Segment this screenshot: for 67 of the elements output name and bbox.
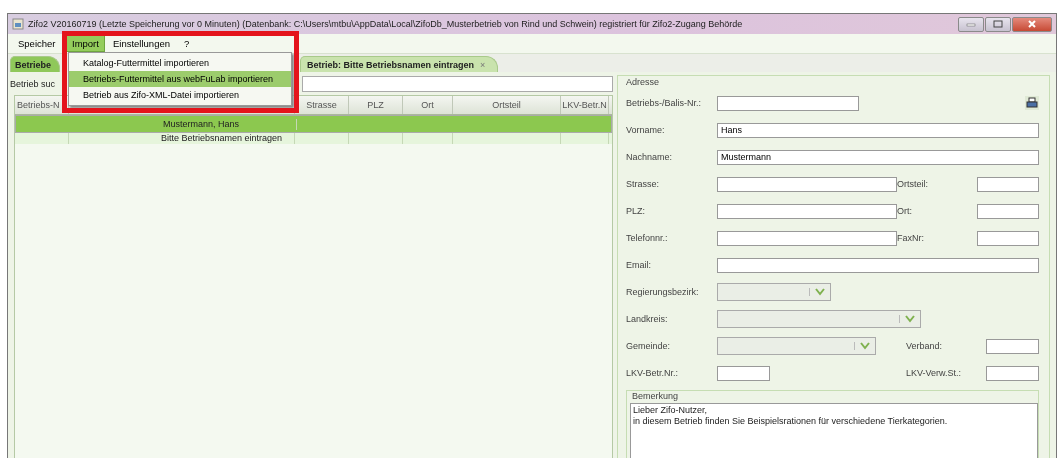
menu-item[interactable]: Speicher (12, 35, 64, 52)
chevron-down-icon (854, 342, 871, 350)
field-label: Betriebs-/Balis-Nr.: (626, 98, 703, 108)
text-field[interactable] (717, 230, 897, 246)
field-label: LKV-Betr.Nr.: (626, 368, 680, 378)
text-field[interactable] (717, 176, 897, 192)
section-title: Adresse (626, 77, 661, 87)
remark-text: in diesem Betrieb finden Sie Beispielsrationen für verschiedene Tierkategorien. (633, 416, 949, 427)
remark-textarea[interactable]: Lieber Zifo-Nutzer, in diesem Betrieb finden Sie Beispielsrationen für verschiedene Tierkategorien. (630, 403, 1038, 458)
field-label: Landkreis: (626, 314, 669, 324)
field-label: Nachname: (626, 152, 674, 162)
menu-item[interactable]: Betrieb aus Zifo-XML-Datei importieren (69, 87, 291, 103)
text-field[interactable]: Hans (717, 122, 1039, 138)
minimize-button[interactable] (958, 16, 984, 32)
maximize-icon (993, 20, 1003, 28)
minimize-icon (966, 21, 976, 27)
maximize-button[interactable] (985, 16, 1011, 32)
window-title: Zifo2 V20160719 (Letzte Speicherung vor 0 Minuten) (Datenbank: C:\Users\mtbu\AppData\Local\ZifoDb_Musterbetrieb von Rind und Schwein) registriert für Zifo2-Zugang Behörde (28, 19, 744, 29)
field-label: Strasse: (626, 179, 660, 189)
tab-label[interactable]: Betriebe (15, 59, 51, 70)
field-label: Vorname: (626, 125, 666, 135)
field-label: Ort: (897, 206, 913, 216)
field-label: PLZ: (626, 206, 646, 216)
column-header[interactable]: Ortsteil (453, 96, 561, 114)
text-field[interactable] (717, 365, 770, 381)
field-label: Regierungsbezirk: (626, 287, 700, 297)
app-icon (12, 18, 24, 30)
menu-item[interactable]: Katalog-Futtermittel importieren (69, 55, 291, 71)
text-field[interactable] (977, 176, 1039, 192)
field-label: LKV-Verw.St.: (906, 368, 963, 378)
tab[interactable]: Betriebe (10, 56, 60, 72)
text-field[interactable] (717, 95, 859, 111)
field-label: FaxNr: (897, 233, 925, 243)
menu-item[interactable]: Einstellungen (106, 35, 176, 52)
text-field[interactable] (717, 257, 1039, 273)
chevron-down-icon (809, 288, 826, 296)
text-field[interactable] (717, 203, 897, 219)
text-field[interactable]: Mustermann (717, 149, 1039, 165)
field-label: Email: (626, 260, 652, 270)
text-field[interactable] (977, 203, 1039, 219)
column-header[interactable]: LKV-Betr.N (561, 96, 609, 114)
table-cell: Mustermann, Hans (163, 118, 240, 129)
chevron-down-icon (899, 315, 916, 323)
table-row[interactable]: Bitte Betriebsnamen eintragen (15, 133, 612, 144)
text-field[interactable] (986, 365, 1039, 381)
remark-text: Lieber Zifo-Nutzer, (633, 405, 709, 416)
text-field[interactable] (977, 230, 1039, 246)
menu-item[interactable]: ? (178, 35, 196, 52)
column-header[interactable]: PLZ (349, 96, 403, 114)
search-field[interactable] (302, 76, 613, 92)
print-button[interactable] (1025, 96, 1039, 110)
table-row[interactable]: Mustermann, Hans (15, 115, 612, 133)
field-label: Gemeinde: (626, 341, 672, 351)
field-label: Verband: (906, 341, 944, 351)
close-button[interactable] (1012, 16, 1052, 32)
column-header[interactable]: Ort (403, 96, 453, 114)
section-title: Bemerkung (632, 391, 680, 401)
tab[interactable]: Betrieb: Bitte Betriebsnamen eintragen × (300, 56, 499, 72)
tab-label[interactable]: Betrieb: Bitte Betriebsnamen eintragen (307, 59, 475, 70)
menu-item[interactable]: Betriebs-Futtermittel aus webFuLab importieren (69, 71, 291, 87)
printer-icon (1026, 97, 1038, 109)
field-label: Telefonnr.: (626, 233, 669, 243)
table-cell: Bitte Betriebsnamen eintragen (161, 133, 283, 143)
close-icon (1027, 20, 1037, 28)
search-label: Betrieb suc (10, 79, 57, 89)
text-field[interactable] (986, 338, 1039, 354)
field-label: Ortsteil: (897, 179, 929, 189)
